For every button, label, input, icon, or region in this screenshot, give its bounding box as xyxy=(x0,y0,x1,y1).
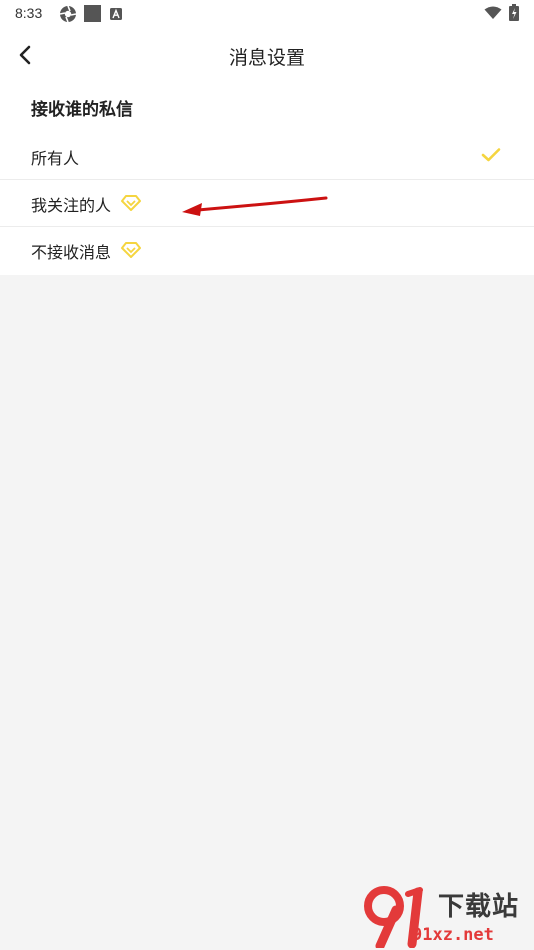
option-no-messages[interactable]: 不接收消息 xyxy=(0,227,534,274)
option-label: 所有人 xyxy=(31,149,80,168)
page-title: 消息设置 xyxy=(228,47,305,69)
message-settings-panel: 接收谁的私信 所有人 我关注的人 不接收消息 xyxy=(0,85,534,275)
watermark-brand: 下载站 xyxy=(438,892,520,922)
status-time: 8:33 xyxy=(15,5,43,21)
battery-charging-icon xyxy=(509,4,519,21)
option-label: 我关注的人 xyxy=(31,196,112,215)
option-everyone[interactable]: 所有人 xyxy=(0,133,534,180)
a-notification-icon xyxy=(110,8,122,20)
diamond-vip-icon xyxy=(121,195,141,211)
annotation-arrow-icon xyxy=(182,196,328,216)
app-header: 消息设置 xyxy=(0,27,534,85)
status-bar: 8:33 xyxy=(0,0,534,27)
square-notification-icon xyxy=(84,5,101,22)
check-icon xyxy=(481,148,501,162)
section-title: 接收谁的私信 xyxy=(31,100,133,120)
option-label: 不接收消息 xyxy=(31,243,112,262)
watermark-url: 91xz.net xyxy=(412,925,494,945)
aperture-icon xyxy=(59,5,77,23)
diamond-vip-icon xyxy=(121,242,141,258)
wifi-icon xyxy=(484,6,502,19)
